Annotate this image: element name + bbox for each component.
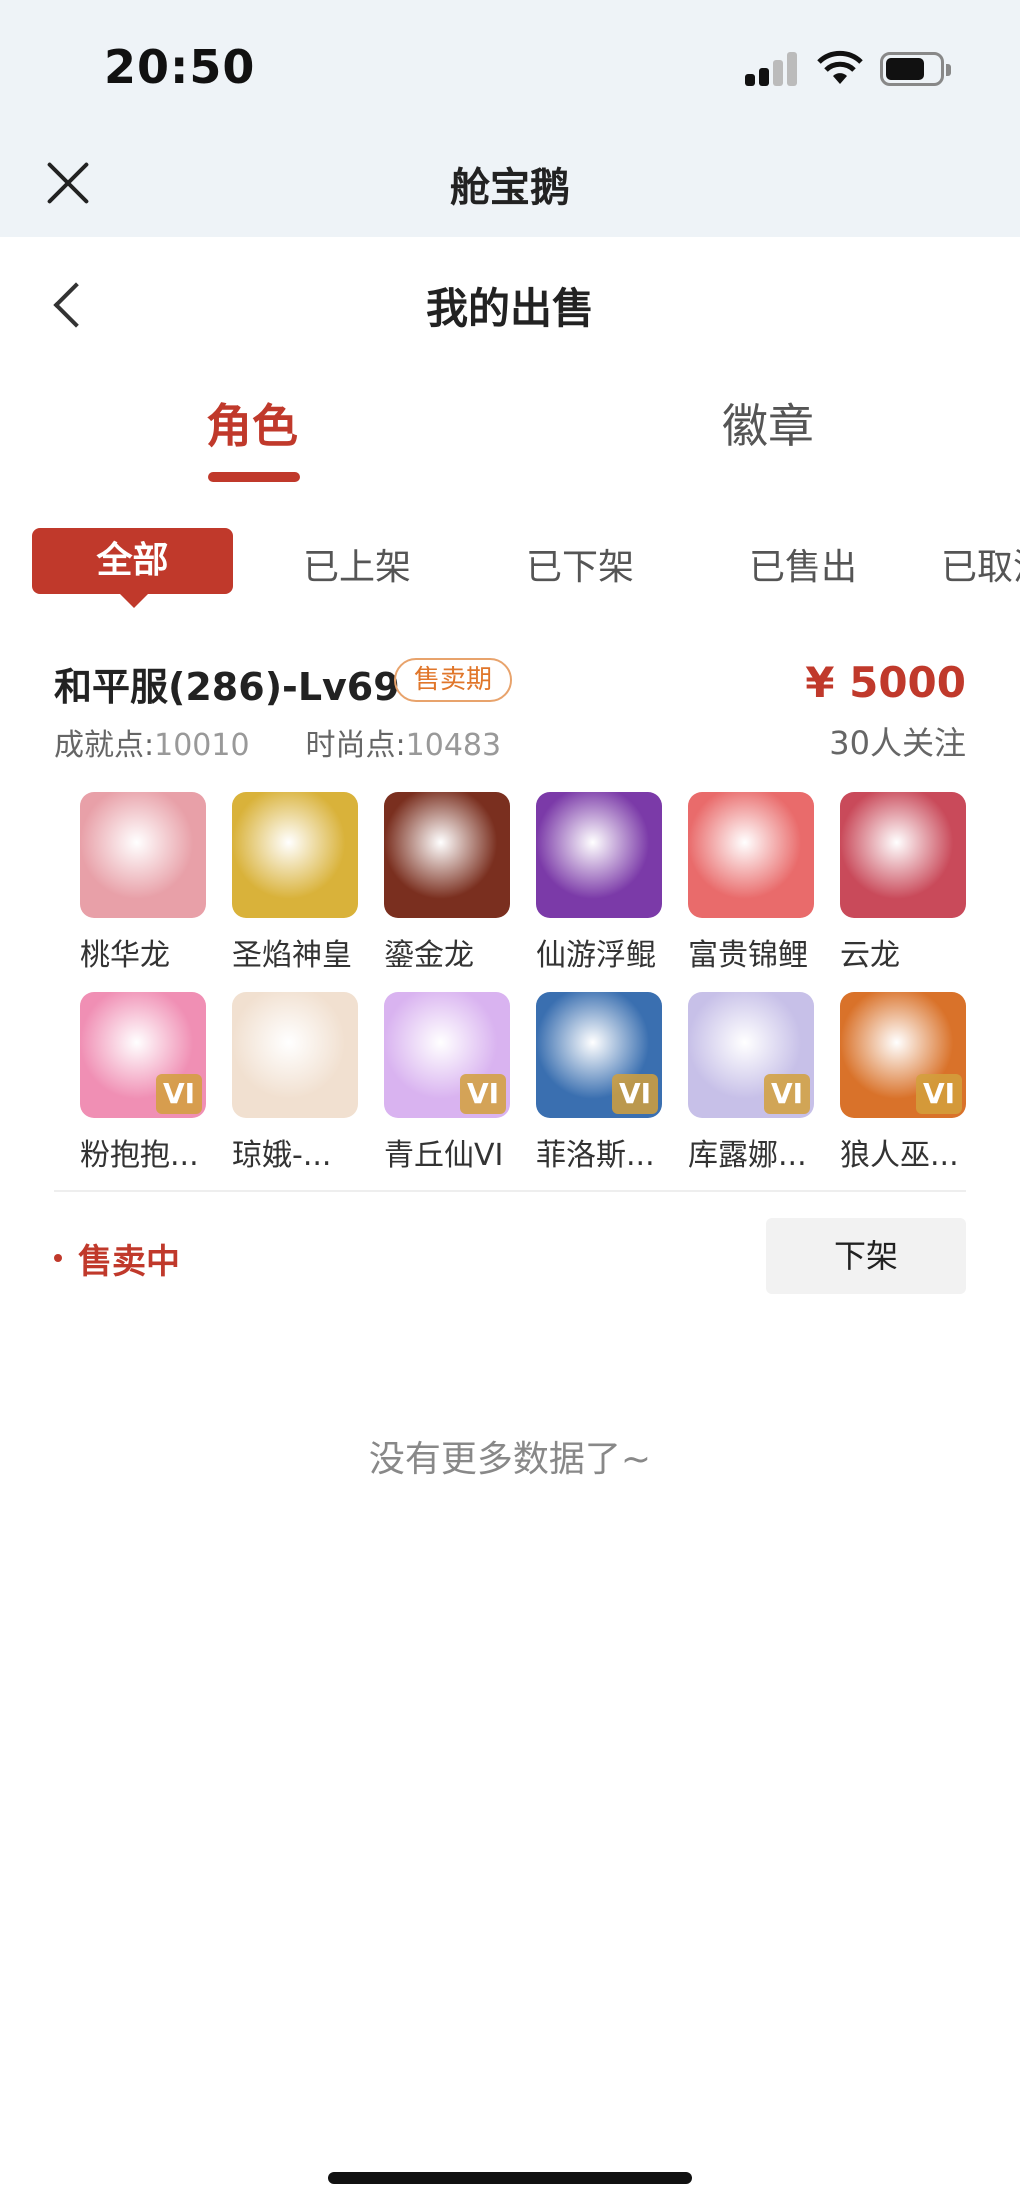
tab-badge-label: 徽章 (722, 399, 814, 453)
status-bar: 20:50 (0, 0, 1020, 137)
vi-tag: VI (764, 1074, 810, 1114)
pink-bear-icon: VI (80, 992, 206, 1118)
item-cell[interactable]: 桃华龙 (80, 792, 206, 974)
item-cell[interactable]: VI 库露娜... (688, 992, 814, 1174)
item-cell[interactable]: 仙游浮鲲 (536, 792, 662, 974)
delist-button[interactable]: 下架 (766, 1218, 966, 1294)
item-cell[interactable]: VI 粉抱抱... (80, 992, 206, 1174)
filter-tab-listed[interactable]: 已上架 (303, 538, 411, 590)
tab-role-label: 角色 (206, 399, 298, 453)
item-cell[interactable]: 琼娥-... (232, 992, 358, 1174)
status-dot (54, 1254, 62, 1262)
points-info: 成就点:10010 时尚点:10483 (54, 720, 501, 764)
item-name: 云龙 (840, 938, 900, 973)
tab-role[interactable]: 角色 (206, 390, 300, 482)
golden-phoenix-icon (232, 792, 358, 918)
item-name: 库露娜... (688, 1138, 807, 1173)
koi-icon (688, 792, 814, 918)
cloud-dragon-icon (840, 792, 966, 918)
peach-dragon-icon (80, 792, 206, 918)
item-cell[interactable]: 云龙 (840, 792, 966, 974)
item-name: 鎏金龙 (384, 938, 474, 973)
item-cell[interactable]: VI 青丘仙VI (384, 992, 510, 1174)
achievement-label: 成就点: (54, 728, 155, 763)
home-indicator[interactable] (328, 2172, 692, 2184)
page-header: 我的出售 (0, 237, 1020, 367)
item-name: 粉抱抱... (80, 1138, 199, 1173)
fox-fairy-icon: VI (384, 992, 510, 1118)
vi-tag: VI (156, 1074, 202, 1114)
page-title: 我的出售 (425, 284, 594, 333)
item-name: 菲洛斯... (536, 1138, 655, 1173)
filter-tab-cancelled[interactable]: 已取消 (941, 538, 1020, 590)
kuluna-icon: VI (688, 992, 814, 1118)
selling-status: 售卖中 (78, 1242, 180, 1282)
price: ¥ 5000 (805, 658, 966, 707)
app-title-bar: 舱宝鹅 (0, 137, 1020, 237)
werewolf-icon: VI (840, 992, 966, 1118)
server-level: 和平服(286)-Lv69 (54, 665, 400, 709)
battery-icon (880, 52, 951, 86)
active-tab-indicator (208, 472, 300, 482)
filter-tab-sold[interactable]: 已售出 (749, 538, 857, 590)
divider (54, 1190, 966, 1192)
status-time: 20:50 (104, 40, 256, 94)
item-name: 狼人巫... (840, 1138, 959, 1173)
item-cell[interactable]: 富贵锦鲤 (688, 792, 814, 974)
item-name: 富贵锦鲤 (688, 938, 808, 973)
followers-count: 30人关注 (829, 724, 966, 762)
item-name: 青丘仙VI (384, 1138, 504, 1173)
item-name: 桃华龙 (80, 938, 170, 973)
item-name: 圣焰神皇 (232, 938, 352, 973)
item-name: 琼娥-... (232, 1138, 332, 1173)
item-cell[interactable]: 鎏金龙 (384, 792, 510, 974)
qiong-e-icon (232, 992, 358, 1118)
no-more-data: 没有更多数据了~ (368, 1439, 652, 1480)
item-cell[interactable]: VI 菲洛斯... (536, 992, 662, 1174)
achievement-value: 10010 (154, 728, 250, 763)
filter-tabs: 全部 已上架 已下架 已售出 已取消 (0, 528, 1020, 608)
filter-tab-delisted[interactable]: 已下架 (526, 538, 634, 590)
floating-kun-icon (536, 792, 662, 918)
item-name: 仙游浮鲲 (536, 938, 656, 973)
tab-badge[interactable]: 徽章 (722, 390, 814, 456)
status-row: 售卖中 下架 (54, 1218, 966, 1296)
wifi-icon (817, 50, 863, 84)
main-tabs: 角色 徽章 (0, 390, 1020, 490)
item-cell[interactable]: VI 狼人巫... (840, 992, 966, 1174)
signal-icon (745, 52, 801, 86)
philos-icon: VI (536, 992, 662, 1118)
vi-tag: VI (612, 1074, 658, 1114)
vi-tag: VI (460, 1074, 506, 1114)
fashion-label: 时尚点: (305, 728, 406, 763)
vi-tag: VI (916, 1074, 962, 1114)
gilded-dragon-icon (384, 792, 510, 918)
app-title: 舱宝鹅 (450, 165, 570, 211)
filter-tab-all[interactable]: 全部 (32, 528, 233, 608)
sale-period-badge: 售卖期 (394, 658, 513, 702)
item-cell[interactable]: 圣焰神皇 (232, 792, 358, 974)
fashion-value: 10483 (405, 728, 502, 763)
